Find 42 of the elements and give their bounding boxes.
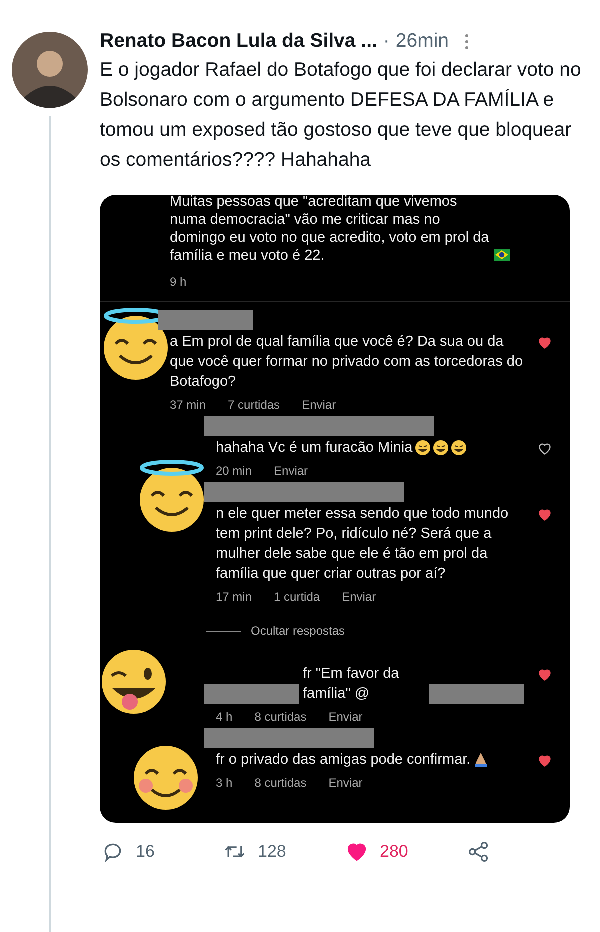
comment-text: n ele quer meter essa sendo que todo mundo tem print dele? Po, ridículo né? Será que a mulher dele sabe que ele é tão em prol da família que quer criar outras por aí? bbox=[216, 505, 510, 584]
comment-text: hahaha Vc é um furacão Minia bbox=[216, 439, 413, 458]
comment-meta: 17 min bbox=[216, 590, 252, 604]
comment-text: a Em prol de qual família que você é? Da sua ou da que você quer formar no privado com as torcedoras do Botafogo? bbox=[170, 333, 524, 392]
hide-replies-link[interactable]: Ocultar respostas bbox=[251, 624, 346, 638]
reply-button[interactable]: 16 bbox=[102, 841, 224, 863]
caption-time: 9 h bbox=[170, 275, 188, 289]
comment-meta: 8 curtidas bbox=[254, 710, 307, 724]
comment-meta: 8 curtidas bbox=[254, 776, 307, 790]
caption-text: Muitas pessoas que "acreditam que vivemos numa democracia" vão me criticar mas no domingo eu voto no que acredito, voto em prol da família e meu voto é 22. bbox=[170, 195, 490, 265]
comment-meta[interactable]: Enviar bbox=[342, 590, 376, 604]
flag-icon bbox=[494, 247, 510, 263]
comment-text: fr o privado das amigas pode confirmar. bbox=[216, 751, 471, 770]
laughing-emoji-icon bbox=[432, 440, 449, 456]
tweet-time[interactable]: 26min bbox=[396, 30, 450, 53]
like-button[interactable]: 280 bbox=[346, 841, 468, 863]
comment-text: fr "Em favor da família" @ bbox=[303, 665, 400, 704]
comment-meta: 1 curtida bbox=[274, 590, 320, 604]
more-icon[interactable] bbox=[465, 34, 470, 50]
separator: · bbox=[383, 30, 390, 53]
like-icon[interactable] bbox=[538, 754, 552, 768]
comment-meta[interactable]: Enviar bbox=[302, 398, 336, 412]
reply-icon bbox=[102, 841, 124, 863]
comment-meta: 20 min bbox=[216, 464, 252, 478]
like-icon[interactable] bbox=[538, 508, 552, 522]
like-icon[interactable] bbox=[538, 668, 552, 682]
comment-meta[interactable]: Enviar bbox=[328, 776, 363, 790]
comment-meta[interactable]: Enviar bbox=[274, 464, 308, 478]
laughing-emoji-icon bbox=[414, 440, 431, 456]
comment-meta[interactable]: Enviar bbox=[328, 710, 363, 724]
comment-meta: 37 min bbox=[170, 398, 206, 412]
comment-meta: 3 h bbox=[216, 776, 233, 790]
like-icon[interactable] bbox=[538, 336, 552, 350]
like-icon[interactable] bbox=[538, 442, 552, 456]
comment-meta: 4 h bbox=[216, 710, 233, 724]
comment-meta: 7 curtidas bbox=[228, 398, 280, 412]
retweet-button[interactable]: 128 bbox=[224, 841, 346, 863]
tweet-text: E o jogador Rafael do Botafogo que foi declarar voto no Bolsonaro com o argumento DEFESA DA FAMÍLIA e tomou um exposed tão gostoso que teve que bloquear os comentários???? Hahahaha bbox=[100, 58, 582, 173]
laughing-emoji-icon bbox=[450, 440, 467, 456]
avatar[interactable] bbox=[12, 32, 88, 108]
author-name[interactable]: Renato Bacon Lula da Silva ... bbox=[100, 30, 378, 53]
share-icon bbox=[468, 841, 490, 863]
